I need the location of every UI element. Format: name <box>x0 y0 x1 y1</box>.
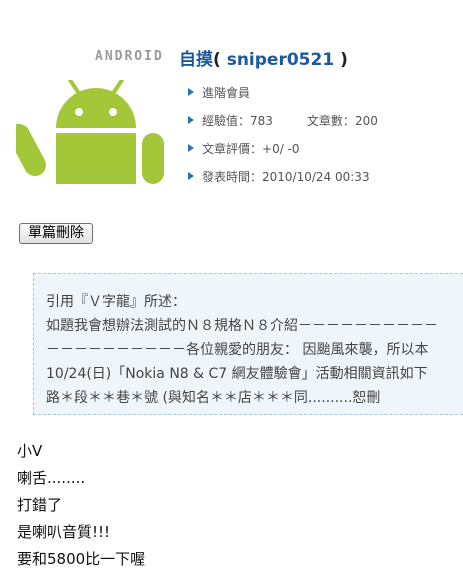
post-body-line: 是喇叭音質!!! <box>17 523 111 541</box>
bullet-icon <box>188 144 194 152</box>
time-label: 發表時間： <box>202 170 263 184</box>
bullet-icon <box>188 116 194 124</box>
quote-line: 10/24(日)「Nokia N8 & C7 網友體驗會」活動相關資訊如下 <box>46 366 428 382</box>
post-body-line: 小V <box>17 442 43 460</box>
quote-header: 引用『Ｖ字龍』所述： <box>46 294 186 310</box>
time-value: 2010/10/24 00:33 <box>262 170 370 184</box>
posts-value: 200 <box>354 114 378 128</box>
posts-label: 文章數： <box>306 114 355 128</box>
poster-id[interactable]: sniper0521 <box>227 50 334 70</box>
post-body-line: 打錯了 <box>17 496 63 514</box>
exp-value: 783 <box>250 114 273 128</box>
android-wordmark: ANDROID <box>95 49 164 64</box>
poster-open-paren: ( <box>213 50 221 70</box>
rating-label: 文章評價： <box>202 142 263 156</box>
quote-line: 如題我會想辦法測試的Ｎ８規格Ｎ８介紹－－－－－－－－－－ <box>46 318 438 334</box>
poster-name[interactable]: 自摸( sniper0521 ) <box>179 45 348 70</box>
rating-value: +0/ -0 <box>262 142 300 156</box>
bullet-icon <box>188 172 194 180</box>
post-body-line: 要和5800比一下喔 <box>17 550 146 568</box>
info-time-row: 發表時間：2010/10/24 00:33 <box>188 168 370 185</box>
info-exp-row: 經驗值：783 文章數：200 <box>188 112 378 129</box>
rank-text: 進階會員 <box>202 86 251 100</box>
quote-line: －－－－－－－－－－各位親愛的朋友： 因颱風來襲，所以本 <box>46 342 429 358</box>
android-robot-avatar <box>16 80 164 184</box>
delete-post-button[interactable]: 單篇刪除 <box>19 223 93 244</box>
quote-line: 路＊段＊＊巷＊號 (與知名＊＊店＊＊＊同..........恕刪 <box>46 390 381 406</box>
info-rank-row: 進階會員 <box>188 84 250 101</box>
post-body-line: 喇舌........ <box>17 469 86 487</box>
exp-label: 經驗值： <box>202 114 251 128</box>
info-rating-row: 文章評價：+0/ -0 <box>188 140 300 157</box>
poster-nickname[interactable]: 自摸 <box>179 50 213 70</box>
bullet-icon <box>188 88 194 96</box>
poster-close-paren: ) <box>340 50 348 70</box>
